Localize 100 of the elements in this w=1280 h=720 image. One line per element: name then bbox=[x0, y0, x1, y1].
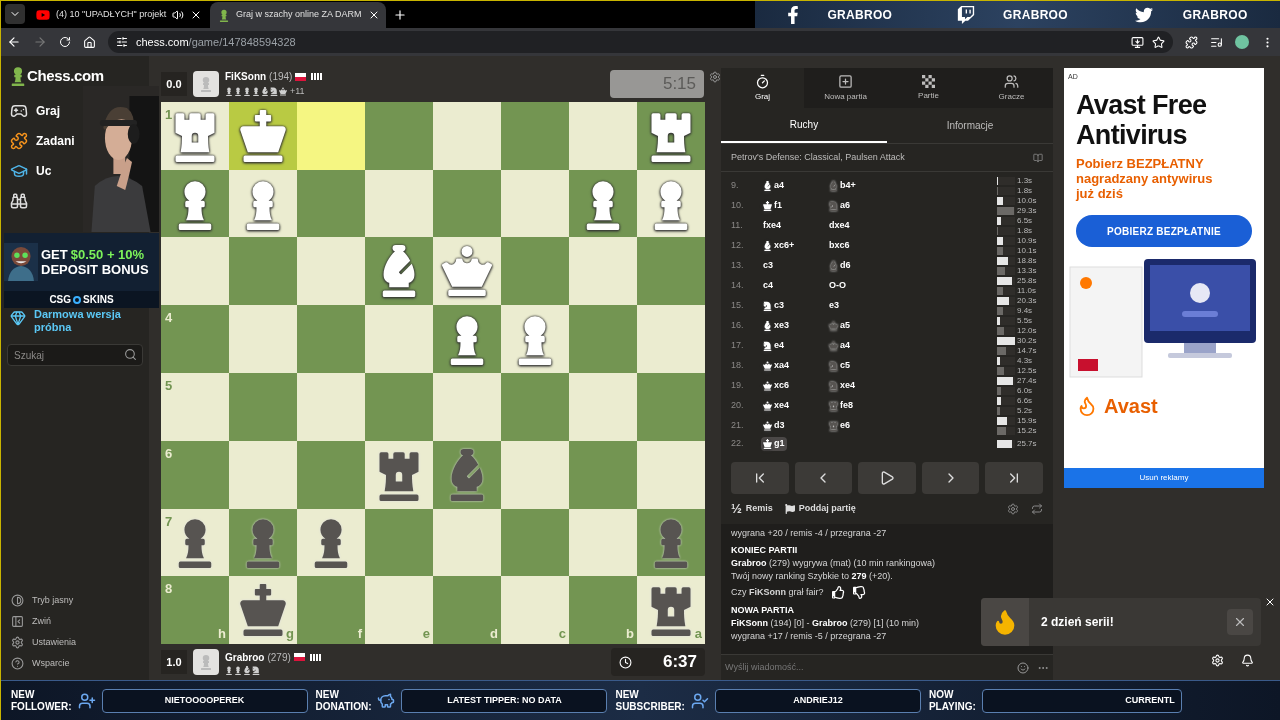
browser-tab[interactable]: Graj w szachy online ZA DARM bbox=[210, 2, 386, 28]
resign-button[interactable]: Poddaj partię bbox=[784, 502, 856, 516]
stream-label: NOW PLAYING: bbox=[928, 688, 976, 713]
sidebar-link[interactable]: Zwiń bbox=[32, 614, 51, 629]
move[interactable]: fxe4 bbox=[761, 219, 783, 233]
message-field[interactable]: Wyślij wiadomość... bbox=[725, 660, 1009, 675]
move-text: a4 bbox=[840, 339, 850, 353]
move-time: 10.0s bbox=[1017, 196, 1038, 206]
move[interactable]: xc6+ bbox=[761, 239, 797, 253]
file-label: b bbox=[626, 624, 634, 643]
stream-label: NEW FOLLOWER: bbox=[11, 688, 72, 713]
move[interactable]: bxc6 bbox=[827, 239, 852, 253]
move[interactable]: c5 bbox=[827, 359, 852, 373]
stream-value: LATEST TIPPER: NO DATA bbox=[401, 688, 608, 713]
move-time: 12.0s bbox=[1017, 326, 1038, 336]
move[interactable]: f1 bbox=[761, 199, 784, 213]
sidebar-link[interactable]: Ustawienia bbox=[32, 635, 77, 650]
trial-link[interactable]: Darmowa wersja próbna bbox=[34, 308, 124, 334]
move[interactable]: xa4 bbox=[761, 359, 792, 373]
move[interactable]: xe4 bbox=[761, 399, 792, 413]
ad-headline: Avast Free Antivirus bbox=[1076, 90, 1208, 150]
file-label: h bbox=[218, 624, 226, 643]
chat-heading: NOWA PARTIA bbox=[731, 603, 795, 617]
nav-item[interactable]: Zadani bbox=[36, 132, 75, 150]
logo[interactable]: Chess.com bbox=[27, 64, 104, 88]
tab-title: Graj w szachy online ZA DARM bbox=[236, 8, 362, 22]
promo-brand: CSG bbox=[49, 293, 72, 307]
move[interactable]: c4 bbox=[761, 279, 775, 293]
move[interactable]: a6 bbox=[827, 199, 852, 213]
chat-message: Twój nowy ranking Szybkie to 279 (+20). bbox=[731, 570, 894, 583]
move-text: g1 bbox=[774, 437, 785, 451]
chat-message: FiKSonn (194) [0] - Grabroo (279) [1] (10 min) bbox=[731, 616, 921, 630]
download-button[interactable]: POBIERZ BEZPŁATNIE bbox=[1076, 215, 1252, 247]
sidebar-link[interactable]: Wsparcie bbox=[32, 656, 70, 671]
move-text: xe4 bbox=[774, 399, 790, 413]
promo-text: DEPOSIT BONUS bbox=[41, 262, 149, 277]
move-time: 4.3s bbox=[1017, 356, 1034, 366]
nav-tab[interactable]: Partie bbox=[887, 68, 970, 108]
nav-item[interactable]: Uc bbox=[36, 162, 52, 180]
move[interactable]: xe4 bbox=[827, 379, 858, 393]
social-handle: GRABROO bbox=[1182, 6, 1248, 24]
move[interactable]: a5 bbox=[827, 319, 852, 333]
move-number: 19. bbox=[731, 379, 745, 393]
move-number: 10. bbox=[731, 199, 745, 213]
move-time: 6.6s bbox=[1017, 396, 1034, 406]
stream-value: NIETOOOOPEREK bbox=[101, 688, 308, 713]
move-time: 5.2s bbox=[1017, 406, 1034, 416]
move[interactable]: O-O bbox=[827, 279, 848, 293]
move[interactable]: a4 bbox=[827, 339, 852, 353]
move-time: 25.8s bbox=[1017, 276, 1038, 286]
draw-button[interactable]: ½ Remis bbox=[731, 499, 773, 519]
panel-tab[interactable]: Ruchy bbox=[721, 108, 887, 143]
move-text: f1 bbox=[774, 199, 782, 213]
move-text: xe3 bbox=[774, 319, 790, 333]
move-text: xc6 bbox=[774, 379, 790, 393]
nav-item[interactable]: Graj bbox=[36, 102, 60, 120]
search-field[interactable]: Szukaj bbox=[7, 344, 143, 366]
move-number: 15. bbox=[731, 299, 745, 313]
move[interactable]: c3 bbox=[761, 299, 786, 313]
sidebar-link[interactable]: Tryb jasny bbox=[32, 593, 74, 608]
move[interactable]: dxe4 bbox=[827, 219, 852, 233]
move[interactable]: e4 bbox=[761, 339, 786, 353]
address-bar[interactable]: chess.com/game/147848594328 bbox=[108, 31, 1173, 53]
move[interactable]: b4+ bbox=[827, 179, 858, 193]
move-text: a6 bbox=[840, 199, 850, 213]
move[interactable]: d3 bbox=[761, 419, 787, 433]
rank-label: 5 bbox=[165, 377, 173, 395]
move[interactable]: fe8 bbox=[827, 399, 855, 413]
player-rating: (194) bbox=[269, 70, 293, 85]
move[interactable]: xc6 bbox=[761, 379, 792, 393]
move[interactable]: xe3 bbox=[761, 319, 792, 333]
move[interactable]: a4 bbox=[761, 179, 786, 193]
nav-tab[interactable]: Gracze bbox=[970, 68, 1053, 108]
player-name[interactable]: FiKSonn bbox=[225, 69, 267, 85]
move[interactable]: e6 bbox=[827, 419, 852, 433]
move-text: c5 bbox=[840, 359, 850, 373]
chat-heading: KONIEC PARTII bbox=[731, 544, 799, 557]
promo-text: GET bbox=[41, 247, 68, 262]
toast-text: 2 dzień serii! bbox=[1041, 614, 1115, 631]
move[interactable]: d6 bbox=[827, 259, 853, 273]
move-text: b4+ bbox=[840, 179, 856, 193]
panel-tab[interactable]: Informacje bbox=[887, 108, 1053, 143]
move[interactable]: c3 bbox=[761, 259, 775, 273]
move-number: 20. bbox=[731, 399, 745, 413]
move-time: 30.2s bbox=[1017, 336, 1038, 346]
remove-ads-button[interactable]: Usuń reklamy bbox=[1064, 468, 1264, 488]
move-time: 6.5s bbox=[1017, 216, 1034, 226]
nav-tab[interactable]: Graj bbox=[721, 68, 804, 108]
move[interactable]: e3 bbox=[827, 299, 841, 313]
move[interactable]: g1 bbox=[761, 437, 787, 451]
nav-tab[interactable]: Nowa partia bbox=[804, 68, 887, 108]
ad-brand: Avast bbox=[1104, 394, 1158, 419]
move-number: 18. bbox=[731, 359, 745, 373]
stream-value: CURRENTL bbox=[981, 688, 1182, 713]
promo-banner[interactable]: GET $0.50 + 10% DEPOSIT BONUS CSG SKINS bbox=[4, 233, 159, 308]
move-text: xe4 bbox=[840, 379, 856, 393]
clock-time: 6:37 bbox=[662, 651, 697, 674]
ad-text: Pobierz BEZPŁATNY nagradzany antywirus już dziś bbox=[1076, 156, 1214, 201]
url-host: chess.com bbox=[136, 34, 189, 50]
player-name[interactable]: Grabroo bbox=[225, 649, 265, 665]
